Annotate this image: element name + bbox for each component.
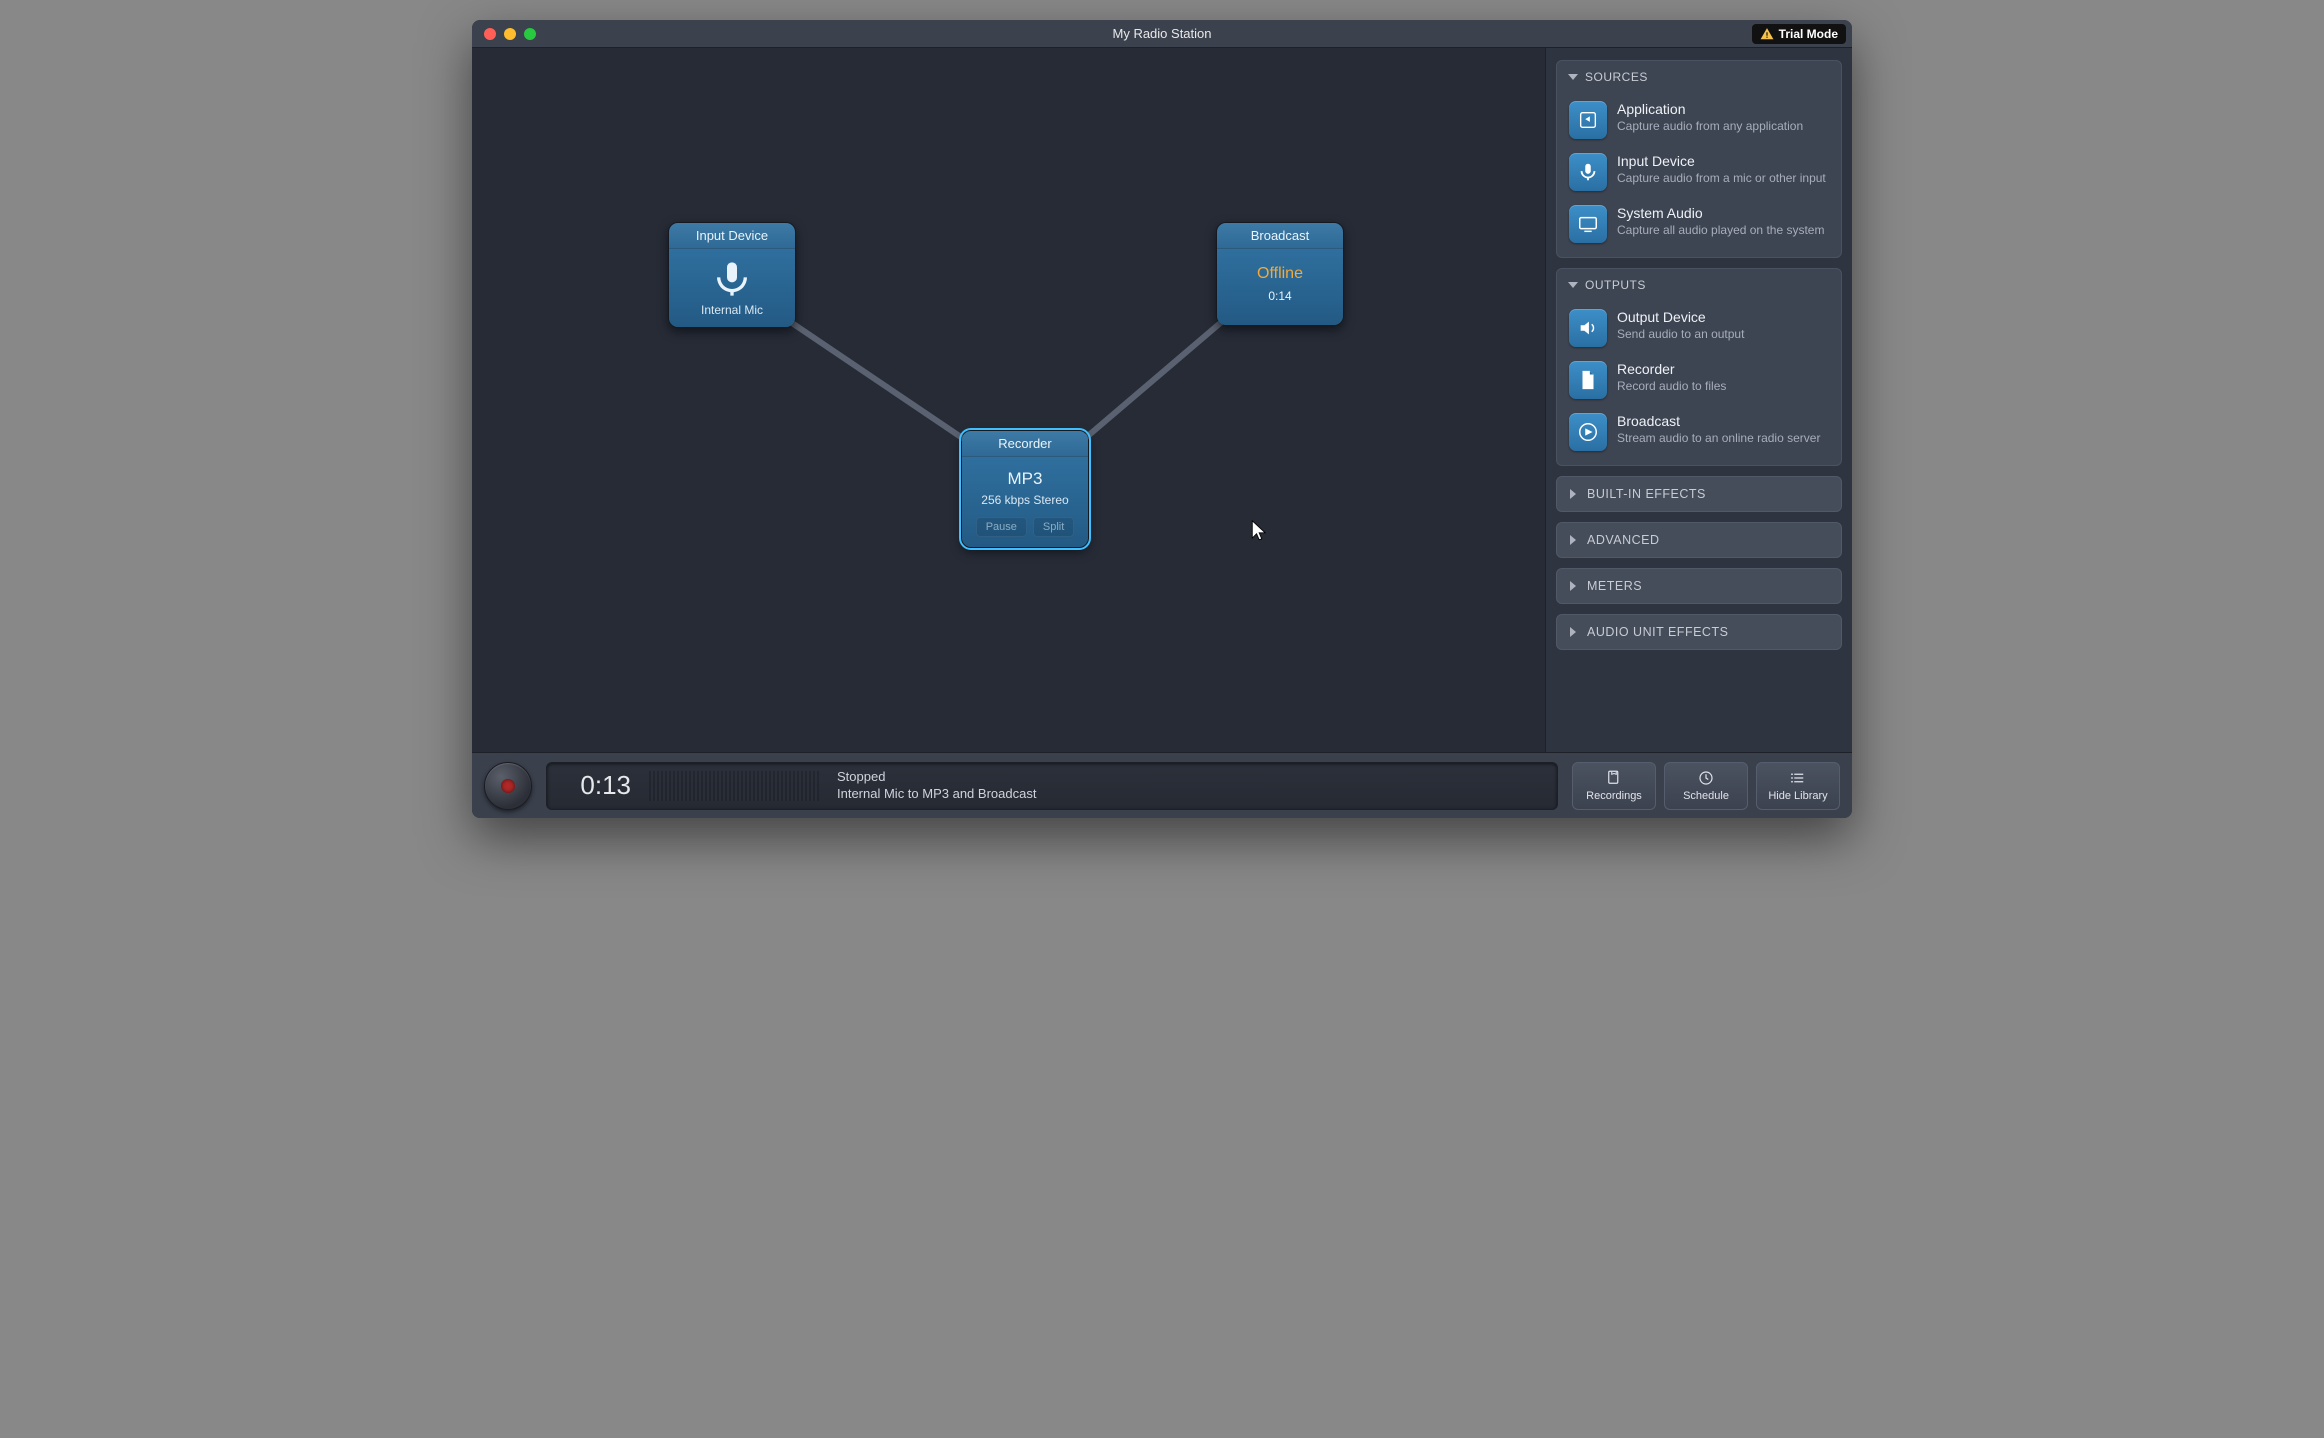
connection-wires bbox=[472, 48, 1545, 752]
pause-button[interactable]: Pause bbox=[976, 517, 1027, 537]
output-desc: Record audio to files bbox=[1617, 379, 1726, 394]
file-icon bbox=[1569, 361, 1607, 399]
collapsed-label: AUDIO UNIT EFFECTS bbox=[1587, 625, 1728, 639]
source-input-device[interactable]: Input Device Capture audio from a mic or… bbox=[1565, 147, 1833, 197]
chevron-down-icon bbox=[1567, 279, 1579, 291]
pipeline-canvas[interactable]: Input Device Internal Mic Recorder MP3 2… bbox=[472, 48, 1546, 752]
traffic-lights bbox=[472, 28, 536, 40]
trial-mode-badge[interactable]: Trial Mode bbox=[1752, 24, 1846, 44]
monitor-icon bbox=[1569, 205, 1607, 243]
node-broadcast[interactable]: Broadcast Offline 0:14 bbox=[1216, 222, 1344, 326]
panel-header-sources[interactable]: SOURCES bbox=[1557, 61, 1841, 93]
broadcast-icon bbox=[1569, 413, 1607, 451]
recordings-icon bbox=[1605, 769, 1623, 787]
input-device-label: Internal Mic bbox=[701, 303, 763, 317]
recorder-format: MP3 bbox=[1008, 469, 1043, 489]
node-input-device[interactable]: Input Device Internal Mic bbox=[668, 222, 796, 328]
panel-outputs: OUTPUTS Output Device Send audio to an o… bbox=[1556, 268, 1842, 466]
cursor-icon bbox=[1251, 520, 1269, 544]
output-title: Recorder bbox=[1617, 361, 1726, 378]
source-system-audio[interactable]: System Audio Capture all audio played on… bbox=[1565, 199, 1833, 249]
speaker-icon bbox=[1569, 309, 1607, 347]
output-desc: Stream audio to an online radio server bbox=[1617, 431, 1820, 446]
source-desc: Capture all audio played on the system bbox=[1617, 223, 1824, 238]
zoom-icon[interactable] bbox=[524, 28, 536, 40]
minimize-icon[interactable] bbox=[504, 28, 516, 40]
sources-header-label: SOURCES bbox=[1585, 70, 1648, 84]
record-button[interactable] bbox=[484, 762, 532, 810]
app-window: My Radio Station Trial Mode Input Device bbox=[472, 20, 1852, 818]
chevron-right-icon bbox=[1567, 626, 1579, 638]
microphone-icon bbox=[1569, 153, 1607, 191]
chevron-right-icon bbox=[1567, 580, 1579, 592]
panel-built-in-effects[interactable]: BUILT-IN EFFECTS bbox=[1556, 476, 1842, 512]
source-application[interactable]: Application Capture audio from any appli… bbox=[1565, 95, 1833, 145]
hide-library-button[interactable]: Hide Library bbox=[1756, 762, 1840, 810]
split-button[interactable]: Split bbox=[1033, 517, 1074, 537]
node-body: MP3 256 kbps Stereo Pause Split bbox=[962, 457, 1088, 547]
list-icon bbox=[1789, 769, 1807, 787]
chevron-down-icon bbox=[1567, 71, 1579, 83]
status-lcd: 0:13 Stopped Internal Mic to MP3 and Bro… bbox=[546, 762, 1558, 810]
elapsed-time: 0:13 bbox=[561, 770, 631, 801]
node-recorder[interactable]: Recorder MP3 256 kbps Stereo Pause Split bbox=[961, 430, 1089, 548]
source-title: System Audio bbox=[1617, 205, 1824, 222]
output-title: Output Device bbox=[1617, 309, 1744, 326]
trial-mode-label: Trial Mode bbox=[1779, 27, 1838, 41]
collapsed-label: BUILT-IN EFFECTS bbox=[1587, 487, 1706, 501]
schedule-button[interactable]: Schedule bbox=[1664, 762, 1748, 810]
source-title: Application bbox=[1617, 101, 1803, 118]
hide-library-label: Hide Library bbox=[1768, 790, 1827, 802]
panel-audio-unit-effects[interactable]: AUDIO UNIT EFFECTS bbox=[1556, 614, 1842, 650]
panel-advanced[interactable]: ADVANCED bbox=[1556, 522, 1842, 558]
node-header: Broadcast bbox=[1217, 223, 1343, 249]
microphone-icon bbox=[712, 259, 752, 299]
outputs-header-label: OUTPUTS bbox=[1585, 278, 1646, 292]
node-body: Offline 0:14 bbox=[1217, 249, 1343, 325]
main-body: Input Device Internal Mic Recorder MP3 2… bbox=[472, 48, 1852, 752]
output-output-device[interactable]: Output Device Send audio to an output bbox=[1565, 303, 1833, 353]
node-header: Input Device bbox=[669, 223, 795, 249]
titlebar: My Radio Station Trial Mode bbox=[472, 20, 1852, 48]
chevron-right-icon bbox=[1567, 534, 1579, 546]
panel-meters[interactable]: METERS bbox=[1556, 568, 1842, 604]
output-broadcast[interactable]: Broadcast Stream audio to an online radi… bbox=[1565, 407, 1833, 457]
node-header: Recorder bbox=[962, 431, 1088, 457]
panel-header-outputs[interactable]: OUTPUTS bbox=[1557, 269, 1841, 301]
route-summary: Internal Mic to MP3 and Broadcast bbox=[837, 786, 1036, 803]
broadcast-status: Offline bbox=[1257, 265, 1303, 283]
library-sidebar: SOURCES Application Capture audio from a… bbox=[1546, 48, 1852, 752]
broadcast-time: 0:14 bbox=[1268, 289, 1291, 303]
output-recorder[interactable]: Recorder Record audio to files bbox=[1565, 355, 1833, 405]
recorder-detail: 256 kbps Stereo bbox=[981, 493, 1068, 507]
clock-icon bbox=[1697, 769, 1715, 787]
footer-bar: 0:13 Stopped Internal Mic to MP3 and Bro… bbox=[472, 752, 1852, 818]
collapsed-label: METERS bbox=[1587, 579, 1642, 593]
warning-icon bbox=[1760, 27, 1774, 41]
source-desc: Capture audio from any application bbox=[1617, 119, 1803, 134]
output-title: Broadcast bbox=[1617, 413, 1820, 430]
chevron-right-icon bbox=[1567, 488, 1579, 500]
output-desc: Send audio to an output bbox=[1617, 327, 1744, 342]
record-dot-icon bbox=[501, 779, 515, 793]
lcd-grille bbox=[649, 771, 819, 801]
window-title: My Radio Station bbox=[472, 26, 1852, 41]
schedule-label: Schedule bbox=[1683, 790, 1729, 802]
close-icon[interactable] bbox=[484, 28, 496, 40]
panel-sources: SOURCES Application Capture audio from a… bbox=[1556, 60, 1842, 258]
transport-state: Stopped bbox=[837, 769, 1036, 786]
node-body: Internal Mic bbox=[669, 249, 795, 327]
source-title: Input Device bbox=[1617, 153, 1826, 170]
recordings-label: Recordings bbox=[1586, 790, 1642, 802]
source-desc: Capture audio from a mic or other input bbox=[1617, 171, 1826, 186]
collapsed-label: ADVANCED bbox=[1587, 533, 1660, 547]
application-icon bbox=[1569, 101, 1607, 139]
recordings-button[interactable]: Recordings bbox=[1572, 762, 1656, 810]
